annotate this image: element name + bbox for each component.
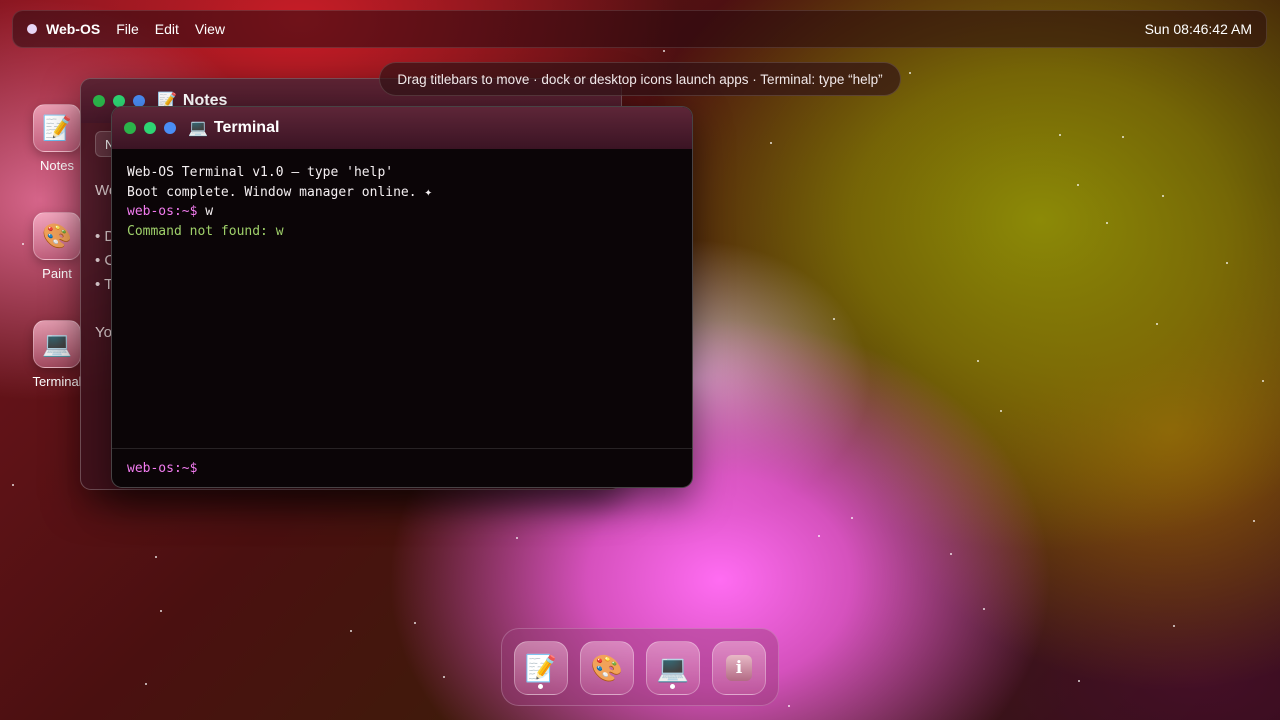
laptop-icon: 💻: [33, 320, 81, 368]
terminal-prompt: web-os:~$: [127, 460, 198, 476]
star: [833, 318, 835, 320]
star: [1156, 323, 1158, 325]
info-icon: i: [726, 655, 752, 681]
star: [1226, 262, 1228, 264]
star: [12, 484, 14, 486]
dock-item-paint[interactable]: 🎨: [580, 641, 634, 695]
close-button[interactable]: [93, 95, 105, 107]
laptop-icon: 💻: [188, 120, 208, 137]
terminal-command: w: [205, 204, 214, 220]
star: [155, 556, 157, 558]
terminal-error-line: Command not found: w: [127, 223, 284, 239]
running-indicator: [538, 684, 543, 689]
star: [1059, 134, 1061, 136]
star: [1077, 184, 1079, 186]
star: [851, 517, 853, 519]
star: [160, 610, 162, 612]
star: [950, 553, 952, 555]
dock-item-info[interactable]: i: [712, 641, 766, 695]
close-button[interactable]: [124, 122, 136, 134]
paint-palette-icon: 🎨: [33, 212, 81, 260]
terminal-titlebar[interactable]: 💻 Terminal: [112, 107, 692, 149]
star: [1173, 625, 1175, 627]
star: [516, 537, 518, 539]
laptop-icon: 💻: [656, 652, 690, 683]
notes-icon: 📝: [524, 652, 558, 683]
terminal-line: Boot complete. Window manager online. ✦: [127, 184, 433, 200]
menu-view[interactable]: View: [195, 21, 225, 37]
star: [663, 50, 665, 52]
star: [350, 630, 352, 632]
star: [909, 72, 911, 74]
star: [1162, 195, 1164, 197]
star: [818, 535, 820, 537]
notes-icon: 📝: [33, 104, 81, 152]
star: [1106, 222, 1108, 224]
star: [145, 683, 147, 685]
star: [983, 608, 985, 610]
star: [443, 676, 445, 678]
menu-edit[interactable]: Edit: [155, 21, 179, 37]
star: [1122, 136, 1124, 138]
terminal-window: 💻 Terminal Web-OS Terminal v1.0 — type '…: [111, 106, 693, 488]
menu-bar: Web-OS File Edit View Sun 08:46:42 AM: [12, 10, 1267, 48]
star: [977, 360, 979, 362]
minimize-button[interactable]: [144, 122, 156, 134]
menu-file[interactable]: File: [116, 21, 139, 37]
star: [770, 142, 772, 144]
star: [1000, 410, 1002, 412]
star: [1262, 380, 1264, 382]
dock: 📝 🎨 💻 i: [501, 628, 779, 706]
hint-banner: Drag titlebars to move · dock or desktop…: [379, 62, 901, 96]
star: [414, 622, 416, 624]
star: [22, 243, 24, 245]
maximize-button[interactable]: [164, 122, 176, 134]
running-indicator: [670, 684, 675, 689]
terminal-input[interactable]: [205, 459, 630, 477]
paint-palette-icon: 🎨: [590, 652, 624, 683]
terminal-prompt: web-os:~$: [127, 204, 198, 220]
terminal-line: Web-OS Terminal v1.0 — type 'help': [127, 165, 394, 180]
star: [788, 705, 790, 707]
terminal-output: Web-OS Terminal v1.0 — type 'help' Boot …: [112, 149, 692, 449]
terminal-input-row: web-os:~$: [112, 448, 692, 487]
window-title: Terminal: [213, 119, 280, 136]
star: [1253, 520, 1255, 522]
clock: Sun 08:46:42 AM: [1144, 21, 1252, 37]
apple-dot-icon[interactable]: [27, 24, 37, 34]
terminal-line: web-os:~$ w: [127, 202, 677, 222]
brand-name[interactable]: Web-OS: [46, 21, 100, 37]
star: [1078, 680, 1080, 682]
